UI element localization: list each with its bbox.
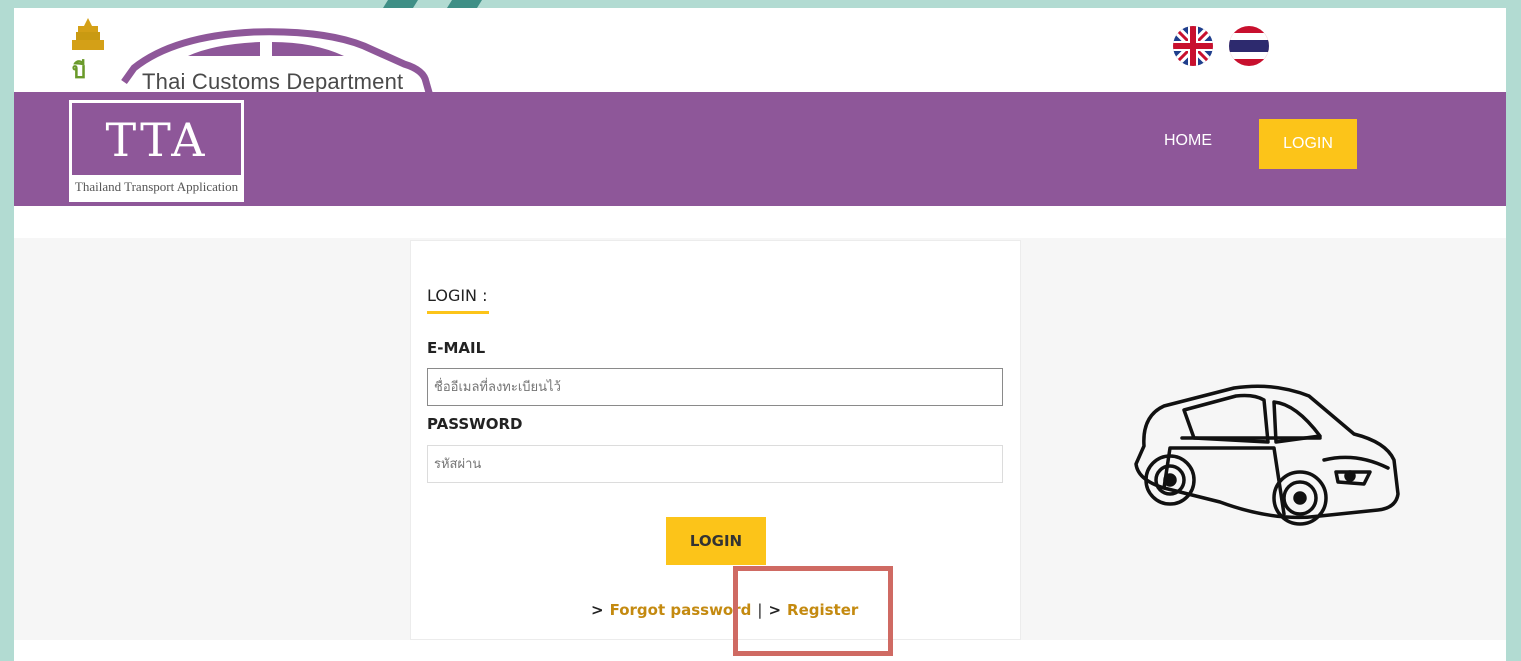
brand-title: TTA — [105, 113, 208, 167]
nav-login-button[interactable]: LOGIN — [1259, 119, 1357, 169]
nav-bar: TTA Thailand Transport Application HOME … — [14, 92, 1506, 206]
page: บี Thai Customs Department TTA Thailand … — [14, 8, 1506, 661]
chevron-right-icon: > — [591, 601, 604, 619]
tta-logo[interactable]: TTA Thailand Transport Application — [69, 100, 244, 202]
nav-home-link[interactable]: HOME — [1164, 132, 1212, 150]
password-input[interactable] — [427, 445, 1003, 483]
top-bar: บี Thai Customs Department — [14, 8, 1506, 94]
login-title: LOGIN : — [427, 286, 488, 305]
svg-text:บี: บี — [72, 58, 86, 84]
customs-logo: บี Thai Customs Department — [64, 16, 444, 94]
brand-subtitle: Thailand Transport Application — [72, 175, 241, 199]
login-submit-button[interactable]: LOGIN — [666, 517, 766, 565]
forgot-password-link[interactable]: Forgot password — [610, 601, 752, 619]
register-highlight-box — [733, 566, 893, 656]
email-label: E-MAIL — [427, 339, 486, 357]
thai-flag-icon[interactable] — [1229, 26, 1269, 66]
title-underline — [427, 311, 489, 314]
emblem-icon: บี — [72, 18, 104, 84]
password-label: PASSWORD — [427, 415, 523, 433]
english-flag-icon[interactable] — [1173, 26, 1213, 66]
login-card: LOGIN : E-MAIL PASSWORD LOGIN > Forgot pa… — [410, 240, 1021, 640]
car-illustration-icon — [1134, 384, 1400, 526]
email-input[interactable] — [427, 368, 1003, 406]
